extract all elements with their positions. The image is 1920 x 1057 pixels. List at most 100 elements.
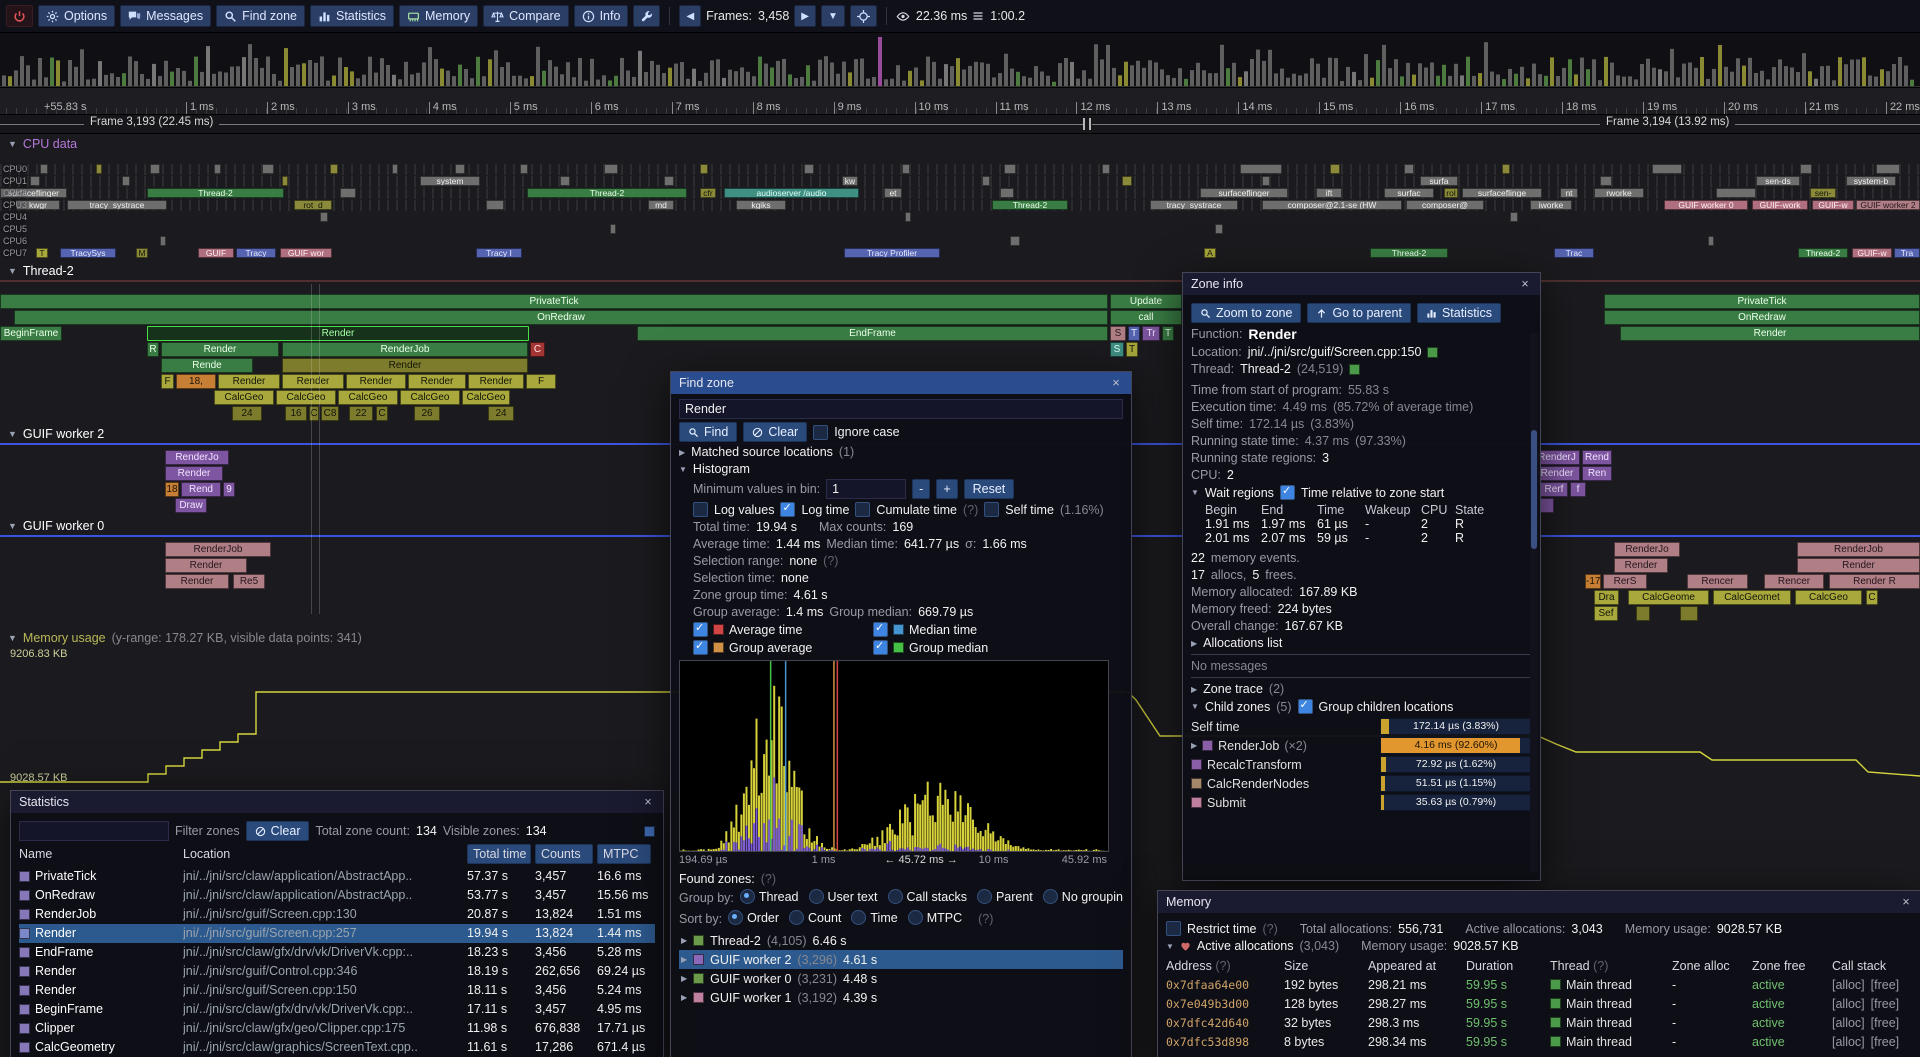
timeline-zone[interactable] [610,224,616,234]
column-header[interactable]: State [1455,503,1495,517]
timeline-zone[interactable]: system-b [1846,176,1896,186]
timeline-zone[interactable] [1876,164,1900,174]
found-zone-group[interactable]: ▶GUIF worker 0(3,231)4.48 s [679,969,1123,988]
timeline-zone[interactable]: CalcGeome [1628,590,1709,605]
timeline-zone[interactable]: sen- [1810,188,1836,198]
child-zone-row[interactable]: ▶RenderJob(×2)4.16 ms (92.60%) [1191,736,1532,755]
expand-icon[interactable]: ▶ [679,448,685,457]
frame-label[interactable]: Frame 3,193 (22.45 ms) [84,116,219,128]
timeline-zone[interactable] [1636,606,1650,621]
timeline-zone[interactable]: Tr [1142,326,1160,341]
timeline-zone[interactable]: Ren [1582,466,1612,481]
column-header[interactable]: Appeared at [1368,959,1460,973]
zone-info-window-titlebar[interactable]: Zone info × [1183,273,1540,295]
address-cell[interactable]: 0x7e049b3d00 [1166,997,1278,1011]
timeline-zone[interactable]: C [530,342,545,357]
thread-value[interactable]: Thread-2 [1240,362,1291,376]
statistics-row[interactable]: Renderjni/../jni/src/guif/Screen.cpp:257… [19,924,655,943]
timeline-zone[interactable] [340,188,356,198]
timeline-zone[interactable] [804,164,814,174]
timeline-zone[interactable]: Rend [181,482,221,497]
timeline-zone[interactable]: 18 [165,482,179,497]
timeline-zone[interactable] [1502,164,1510,174]
reset-button[interactable]: Reset [964,479,1015,499]
timeline-zone[interactable] [664,176,674,186]
timeline-zone[interactable]: Trac [1554,248,1594,258]
timeline-zone[interactable]: Render [282,374,344,389]
timeline-zone[interactable]: GUIF wor [280,248,332,258]
prev-frame-button[interactable]: ◀ [679,5,701,27]
go-to-parent-button[interactable]: Go to parent [1307,303,1411,323]
histogram-canvas[interactable] [679,660,1109,852]
timeline-zone[interactable] [96,164,102,174]
statistics-window-titlebar[interactable]: Statistics × [11,791,663,813]
timeline-zone[interactable]: tracy_systrace [1150,200,1238,210]
timeline-zone[interactable] [1000,188,1014,198]
timeline-zone[interactable]: CalcGeomet [1713,590,1791,605]
timeline-zone[interactable]: A [1204,248,1216,258]
sort-by-option[interactable]: Order [728,910,779,925]
timeline-zone[interactable]: RenderJob [165,542,271,557]
statistics-row[interactable]: Renderjni/../jni/src/guif/Screen.cpp:150… [19,981,655,1000]
column-header[interactable]: Duration [1466,959,1544,973]
expand-icon[interactable]: ▶ [1191,685,1197,694]
timeline-zone[interactable]: kw [842,176,858,186]
timeline-zone[interactable] [604,164,618,174]
timeline-zone[interactable]: Render [346,374,406,389]
timeline-zone[interactable]: Rencer [1687,574,1748,589]
timeline-zone[interactable] [560,176,570,186]
timeline-zone[interactable]: PrivateTick [0,294,1108,309]
free-callstack-link[interactable]: [free] [1871,978,1900,992]
column-header[interactable]: Address (?) [1166,959,1278,973]
timeline-zone[interactable]: 26 [414,406,440,421]
restrict-time-checkbox[interactable] [1166,921,1181,936]
timeline-zone[interactable] [1404,164,1414,174]
timeline-zone[interactable]: cfr [700,188,716,198]
timeline-zone[interactable] [1600,176,1612,186]
timeline-zone[interactable]: Tracy Profiler [844,248,940,258]
power-button[interactable] [6,5,33,27]
found-zone-group[interactable]: ▶GUIF worker 2(3,296)4.61 s [679,950,1123,969]
timeline-zone[interactable]: audioserver /audio [724,188,859,198]
expand-icon[interactable]: ▶ [681,993,687,1002]
column-header[interactable]: Call stack [1832,959,1913,973]
timeline-zone[interactable]: tracy_systrace [67,200,167,210]
sort-by-option[interactable]: Count [789,910,841,925]
expand-icon[interactable]: ▶ [681,955,687,964]
column-header[interactable]: Name [19,847,179,861]
relative-time-checkbox[interactable] [1280,485,1295,500]
timeline-zone[interactable]: OnRedraw [1604,310,1920,325]
zone-trace-label[interactable]: Zone trace [1203,682,1263,696]
timeline-zone[interactable]: 9 [223,482,235,497]
scrollbar[interactable] [1530,333,1538,872]
timeline-zone[interactable] [262,164,274,174]
close-icon[interactable]: × [1518,277,1532,291]
goto-frame-button[interactable] [850,5,877,27]
timeline-zone[interactable]: C [1866,590,1878,605]
source-color-swatch[interactable] [1427,347,1438,358]
timeline-zone[interactable]: 16 [285,406,307,421]
timeline-zone[interactable]: GUIF worker 2 [1856,200,1920,210]
collapse-icon[interactable]: ▼ [1191,488,1199,497]
ignore-case-checkbox[interactable] [813,425,828,440]
timeline-zone[interactable]: Render [165,574,229,589]
timeline-zone[interactable]: md [648,200,674,210]
frame-dropdown-button[interactable]: ▼ [821,5,845,27]
find-zone-window-titlebar[interactable]: Find zone × [671,372,1131,394]
timeline-zone[interactable]: CalcGeo [276,390,336,405]
collapse-icon[interactable]: ▼ [8,429,17,439]
tools-button[interactable] [633,5,660,27]
timeline-zone[interactable]: Tra [1894,248,1920,258]
thread-color-swatch[interactable] [1349,364,1360,375]
group-children-checkbox[interactable] [1298,699,1313,714]
timeline-zone[interactable]: T [36,248,48,258]
timeline-zone[interactable]: nt [1560,188,1578,198]
timeline-zone[interactable] [1215,224,1223,234]
clear-button[interactable]: Clear [743,422,807,442]
child-zone-row[interactable]: Self time172.14 µs (3.83%) [1191,717,1532,736]
timeline-zone[interactable]: RenderJo [1614,542,1680,557]
frame-time-graph[interactable] [0,33,1920,88]
group-by-option[interactable]: Call stacks [888,889,967,904]
timeline-zone[interactable]: Render [1614,558,1668,573]
timeline-zone[interactable]: et [884,188,902,198]
